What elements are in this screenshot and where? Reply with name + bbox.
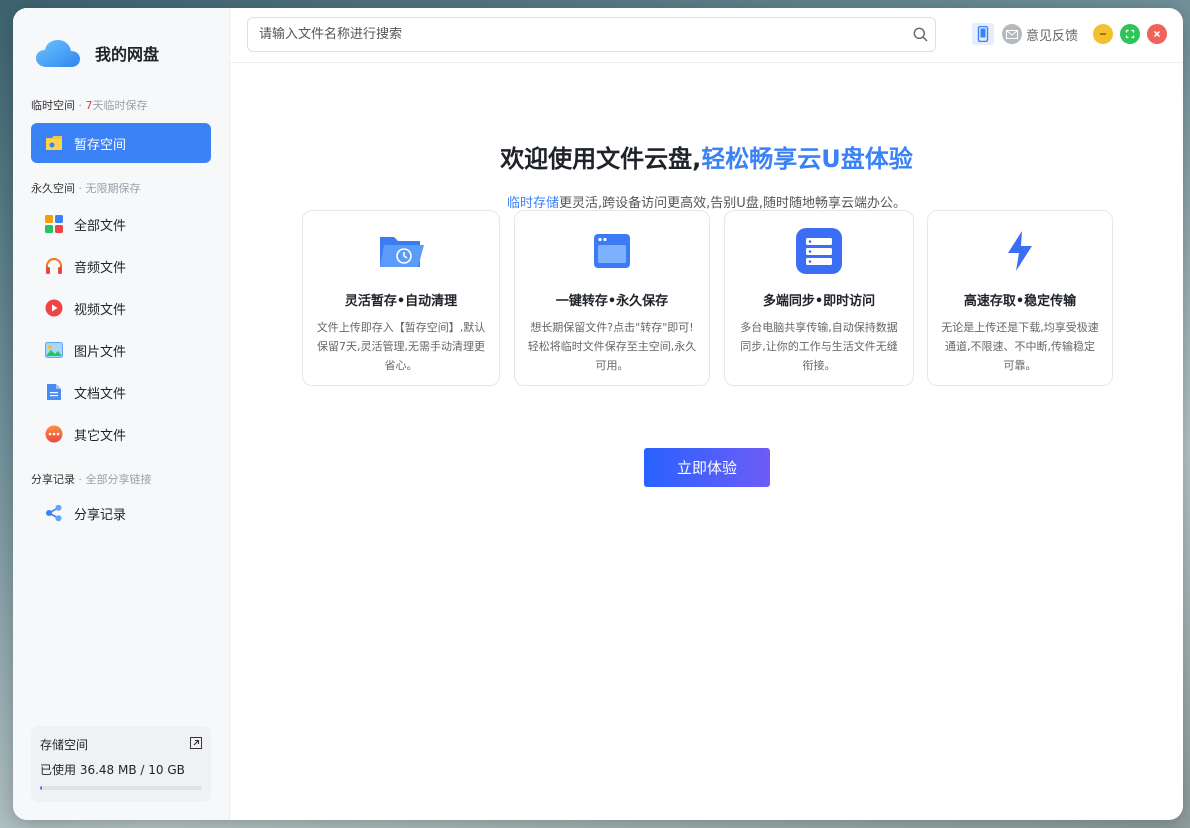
sidebar-item-documents[interactable]: 文档文件 — [31, 371, 211, 413]
feature-card-transfer: 一键转存•永久保存 想长期保留文件?点击"转存"即可!轻松将临时文件保存至主空间… — [514, 210, 710, 386]
perm-section-title: 永久空间 — [31, 182, 75, 195]
search-icon[interactable] — [905, 27, 935, 42]
feature-desc: 想长期保留文件?点击"转存"即可!轻松将临时文件保存至主空间,永久可用。 — [527, 321, 697, 372]
feature-cards: 灵活暂存•自动清理 文件上传即存入【暂存空间】,默认保留7天,灵活管理,无需手动… — [230, 210, 1183, 386]
app-logo: 我的网盘 — [13, 8, 229, 98]
perm-section-note: · 无限期保存 — [75, 182, 141, 195]
cloud-logo-icon — [36, 40, 80, 67]
feature-title: 高速存取•稳定传输 — [963, 294, 1077, 309]
close-button[interactable] — [1147, 24, 1167, 44]
temp-section-days: 7 — [85, 99, 93, 112]
sidebar-item-label: 图片文件 — [74, 344, 127, 360]
video-play-icon — [44, 298, 64, 318]
maximize-button[interactable] — [1120, 24, 1140, 44]
welcome-headline: 欢迎使用文件云盘,轻松畅享云U盘体验 — [230, 139, 1183, 174]
sidebar-item-label: 暂存空间 — [74, 137, 127, 153]
sidebar-item-share-records[interactable]: 分享记录 — [31, 493, 211, 533]
minimize-icon — [1100, 33, 1106, 35]
sidebar-item-temp-storage[interactable]: 暂存空间 — [31, 123, 211, 163]
mail-icon — [1001, 24, 1022, 44]
sidebar-item-audio[interactable]: 音频文件 — [31, 245, 211, 287]
share-section-note: · 全部分享链接 — [75, 473, 152, 486]
share-section-title: 分享记录 — [31, 473, 75, 486]
headline-highlight: 轻松畅享云U盘体验 — [701, 145, 913, 173]
feedback-label: 意见反馈 — [1025, 28, 1078, 44]
sidebar-item-label: 分享记录 — [74, 507, 127, 523]
storage-panel[interactable]: 存储空间 已使用 36.48 MB / 10 GB — [31, 726, 211, 802]
share-icon — [44, 503, 64, 523]
sidebar-item-label: 视频文件 — [74, 302, 127, 318]
welcome-subline: 临时存储更灵活,跨设备访问更高效,告别U盘,随时随地畅享云端办公。 — [230, 192, 1183, 211]
more-icon — [44, 424, 64, 444]
search-box — [247, 17, 936, 52]
share-section-label: 分享记录 · 全部分享链接 — [13, 472, 229, 488]
temp-section-note: 天临时保存 — [92, 99, 148, 112]
external-link-icon[interactable] — [190, 737, 202, 752]
feature-card-sync: 多端同步•即时访问 多台电脑共享传输,自动保持数据同步,让你的工作与生活文件无缝… — [724, 210, 914, 386]
sidebar-item-label: 音频文件 — [74, 260, 127, 276]
sidebar-item-other[interactable]: 其它文件 — [31, 413, 211, 455]
sidebar-item-all-files[interactable]: 全部文件 — [31, 203, 211, 245]
topbar: 意见反馈 — [230, 8, 1183, 63]
welcome-content: 欢迎使用文件云盘,轻松畅享云U盘体验 临时存储更灵活,跨设备访问更高效,告别U盘… — [230, 139, 1183, 211]
sidebar-item-label: 全部文件 — [74, 218, 127, 234]
window-icon — [593, 227, 631, 275]
try-now-button[interactable]: 立即体验 — [644, 448, 770, 487]
feature-title: 灵活暂存•自动清理 — [344, 294, 458, 309]
feature-desc: 多台电脑共享传输,自动保持数据同步,让你的工作与生活文件无缝衔接。 — [740, 321, 898, 372]
temp-section-label: 临时空间 · 7天临时保存 — [13, 98, 229, 114]
feature-desc: 无论是上传还是下载,均享受极速通道,不限速、不中断,传输稳定可靠。 — [941, 321, 1099, 372]
feature-desc: 文件上传即存入【暂存空间】,默认保留7天,灵活管理,无需手动清理更省心。 — [316, 321, 486, 372]
sidebar-item-video[interactable]: 视频文件 — [31, 287, 211, 329]
storage-progress-bar — [40, 786, 202, 790]
maximize-icon — [1125, 29, 1135, 39]
phone-icon — [977, 26, 989, 42]
subline-text: 更灵活,跨设备访问更高效,告别U盘,随时随地畅享云端办公。 — [559, 196, 906, 211]
storage-used-text: 已使用 36.48 MB / 10 GB — [40, 763, 185, 777]
sidebar-item-images[interactable]: 图片文件 — [31, 329, 211, 371]
lightning-icon — [1004, 227, 1036, 275]
main-area: 意见反馈 欢迎使用文件云盘,轻松畅享云U盘体验 临时存储更灵活,跨设备访问更高效… — [230, 8, 1183, 820]
storage-progress-fill — [40, 786, 42, 790]
subline-highlight: 临时存储 — [507, 196, 560, 211]
server-icon — [796, 227, 842, 275]
topbar-actions: 意见反馈 — [971, 23, 1167, 45]
feature-card-speed: 高速存取•稳定传输 无论是上传还是下载,均享受极速通道,不限速、不中断,传输稳定… — [927, 210, 1113, 386]
feedback-button[interactable]: 意见反馈 — [1001, 24, 1078, 44]
image-icon — [44, 340, 64, 360]
sidebar-item-label: 文档文件 — [74, 386, 127, 402]
feature-title: 多端同步•即时访问 — [762, 294, 876, 309]
folder-icon — [44, 133, 64, 153]
storage-title: 存储空间 — [40, 738, 89, 752]
app-window: 我的网盘 临时空间 · 7天临时保存 暂存空间 永久空间 · 无限期保存 全部文… — [13, 8, 1183, 820]
minimize-button[interactable] — [1093, 24, 1113, 44]
feature-card-temp-storage: 灵活暂存•自动清理 文件上传即存入【暂存空间】,默认保留7天,灵活管理,无需手动… — [302, 210, 500, 386]
mobile-device-button[interactable] — [971, 23, 994, 45]
clock-folder-icon — [378, 227, 424, 275]
perm-section-label: 永久空间 · 无限期保存 — [13, 181, 229, 197]
app-title: 我的网盘 — [95, 45, 160, 64]
grid-icon — [44, 214, 64, 234]
storage-title-row: 存储空间 — [40, 736, 202, 753]
headphones-icon — [44, 256, 64, 276]
temp-section-title: 临时空间 — [31, 99, 75, 112]
document-icon — [44, 382, 64, 402]
sidebar-item-label: 其它文件 — [74, 428, 127, 444]
close-icon — [1153, 30, 1161, 38]
sidebar: 我的网盘 临时空间 · 7天临时保存 暂存空间 永久空间 · 无限期保存 全部文… — [13, 8, 230, 820]
temp-section-sep: · — [75, 99, 86, 112]
headline-main: 欢迎使用文件云盘, — [500, 145, 702, 173]
search-input[interactable] — [259, 27, 905, 42]
feature-title: 一键转存•永久保存 — [555, 294, 669, 309]
